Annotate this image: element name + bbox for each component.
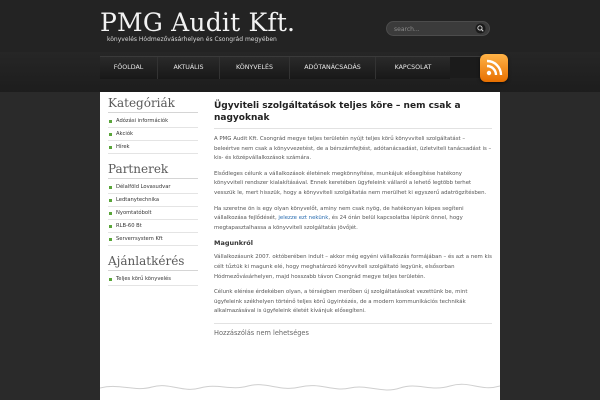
paragraph: Elsődleges célunk a vállalkozások életén… <box>214 170 487 196</box>
partner-label[interactable]: Serverrsystem Kft <box>116 236 163 242</box>
site-title[interactable]: PMG Audit Kft. <box>100 8 295 37</box>
site-header: PMG Audit Kft. könyvelés Hódmezővásárhel… <box>0 0 600 52</box>
partners-list: Délalföld Lovasudvar Ledtanytechnika Nyo… <box>108 183 198 246</box>
paragraph: Ha szeretne ön is egy olyan könyvelőt, a… <box>214 205 492 234</box>
square-bullet-icon <box>109 186 112 189</box>
widget-title-offers: Ajánlatkérés <box>108 254 198 271</box>
contact-link[interactable]: jelezze ezt nekünk <box>278 215 328 221</box>
partner-label[interactable]: RLB-60 Bt <box>116 223 142 229</box>
offer-item[interactable]: Teljes körű könyvelés <box>108 275 198 286</box>
sidebar: Kategóriák Adózási információk Akciók Hí… <box>108 92 198 294</box>
search-icon[interactable] <box>475 23 486 34</box>
paragraph: A PMG Audit Kft. Csongrád megye teljes t… <box>214 136 492 162</box>
category-item[interactable]: Hírek <box>108 143 198 154</box>
widget-title-partners: Partnerek <box>108 162 198 179</box>
square-bullet-icon <box>109 120 112 123</box>
nav-item-news[interactable]: AKTUÁLIS <box>158 57 220 79</box>
category-label[interactable]: Adózási információk <box>116 118 168 124</box>
rss-icon[interactable] <box>480 54 508 82</box>
category-item[interactable]: Akciók <box>108 130 198 141</box>
category-label[interactable]: Hírek <box>116 144 130 150</box>
main-content: Ügyviteli szolgáltatások teljes köre – n… <box>214 100 492 337</box>
nav-item-contact[interactable]: KAPCSOLAT <box>376 57 450 79</box>
partner-item[interactable]: Serverrsystem Kft <box>108 235 198 246</box>
square-bullet-icon <box>109 133 112 136</box>
paragraph: Vállalkozásunk 2007. októberében indult … <box>214 254 492 280</box>
widget-title-categories: Kategóriák <box>108 96 198 113</box>
section-heading: Magunkról <box>214 239 253 248</box>
search-input[interactable] <box>394 24 474 34</box>
category-item[interactable]: Adózási információk <box>108 117 198 128</box>
nav-item-accounting[interactable]: KÖNYVELÉS <box>220 57 290 79</box>
content-area: Kategóriák Adózási információk Akciók Hí… <box>100 92 500 400</box>
site-description: könyvelés Hódmezővásárhelyen és Csongrád… <box>107 36 277 43</box>
square-bullet-icon <box>109 238 112 241</box>
main-menu: FŐOLDAL AKTUÁLIS KÖNYVELÉS ADÓTANÁCSADÁS… <box>100 56 500 79</box>
rss-glyph-icon <box>486 59 503 76</box>
category-label[interactable]: Akciók <box>116 131 133 137</box>
partner-item[interactable]: Délalföld Lovasudvar <box>108 183 198 194</box>
partner-item[interactable]: Nyomtatóbolt <box>108 209 198 220</box>
nav-item-tax-advice[interactable]: ADÓTANÁCSADÁS <box>290 57 376 79</box>
square-bullet-icon <box>109 199 112 202</box>
partner-label[interactable]: Délalföld Lovasudvar <box>116 184 171 190</box>
partner-label[interactable]: Ledtanytechnika <box>116 197 159 203</box>
square-bullet-icon <box>109 225 112 228</box>
square-bullet-icon <box>109 212 112 215</box>
partner-label[interactable]: Nyomtatóbolt <box>116 210 152 216</box>
categories-list: Adózási információk Akciók Hírek <box>108 117 198 154</box>
partner-item[interactable]: Ledtanytechnika <box>108 196 198 207</box>
nav-bar: FŐOLDAL AKTUÁLIS KÖNYVELÉS ADÓTANÁCSADÁS… <box>0 52 600 92</box>
partner-item[interactable]: RLB-60 Bt <box>108 222 198 233</box>
nav-item-home[interactable]: FŐOLDAL <box>100 57 158 79</box>
comments-status: Hozzászólás nem lehetséges <box>214 322 492 337</box>
square-bullet-icon <box>109 278 112 281</box>
offers-list: Teljes körű könyvelés <box>108 275 198 286</box>
torn-paper-edge <box>100 372 500 391</box>
offer-label[interactable]: Teljes körű könyvelés <box>116 276 171 282</box>
square-bullet-icon <box>109 146 112 149</box>
post-title[interactable]: Ügyviteli szolgáltatások teljes köre – n… <box>214 100 492 129</box>
search-box <box>386 21 490 36</box>
paragraph: Célunk elérése érdekében olyan, a térség… <box>214 289 468 315</box>
